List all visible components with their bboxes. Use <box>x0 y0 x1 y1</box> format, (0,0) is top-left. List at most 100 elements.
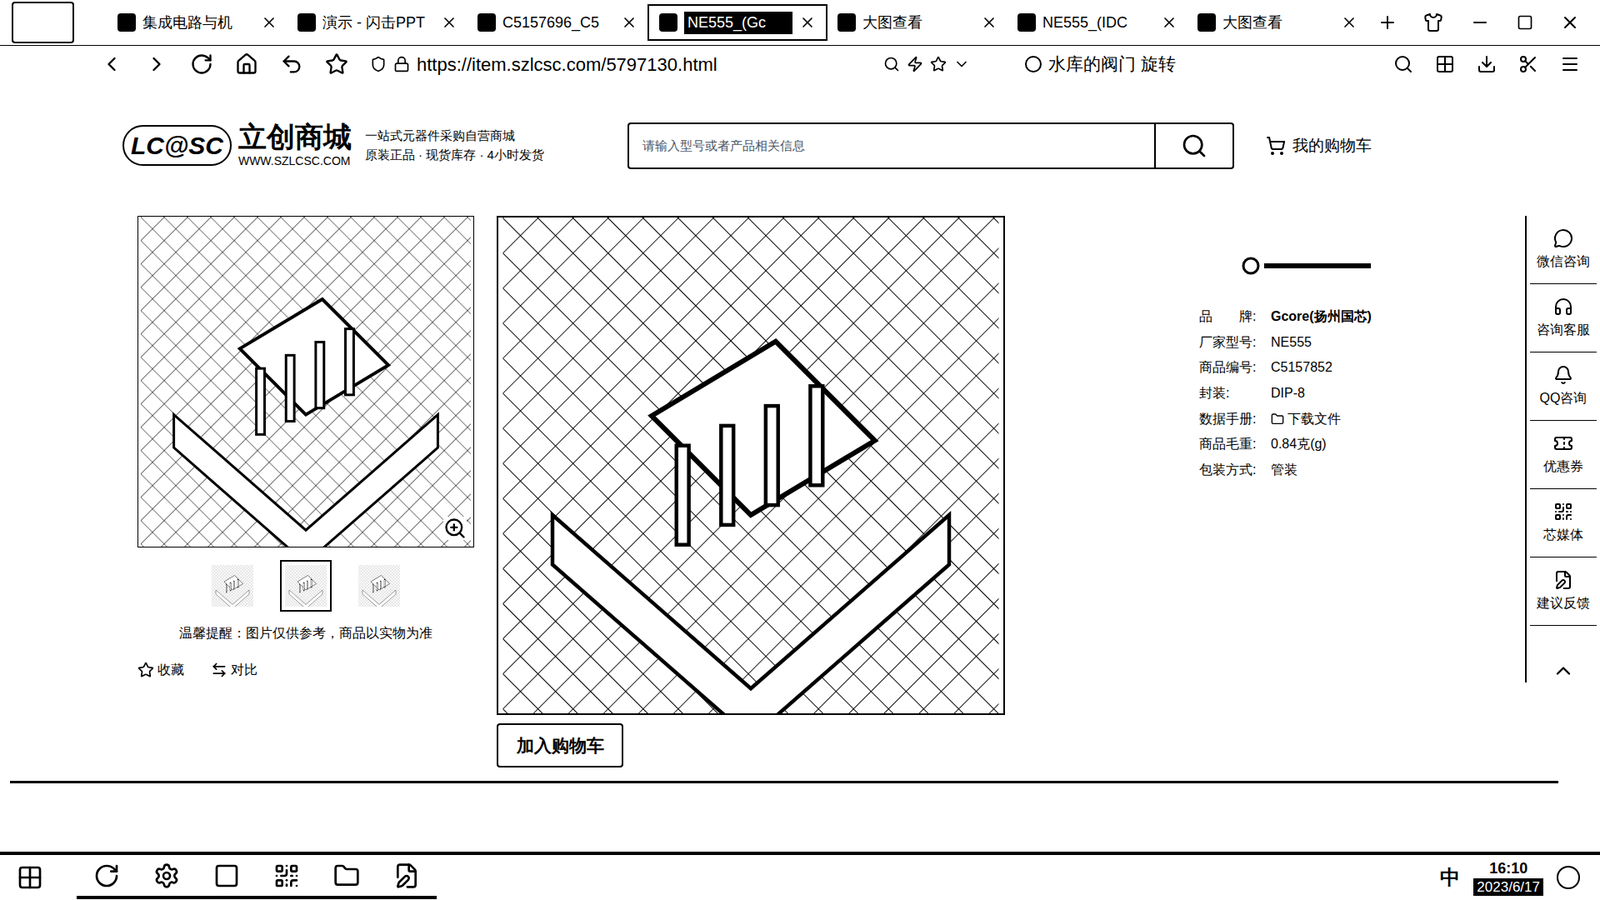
spec-panel: 品 牌:Gcore(扬州国芯)厂家型号:NE555商品编号:C5157852封装… <box>1199 215 1483 768</box>
screenshot-icon[interactable] <box>1518 54 1539 75</box>
tab-close-icon[interactable] <box>620 14 638 31</box>
apps-icon[interactable] <box>1435 54 1455 75</box>
ime-indicator[interactable]: 中 <box>1440 862 1460 893</box>
product-render-icon <box>138 216 474 547</box>
favorite-icon[interactable] <box>930 55 947 73</box>
site-logo[interactable]: LC@SC立创商城WWW.SZLCSC.COM一站式元器件采购自营商城原装正品 … <box>122 121 623 170</box>
tab-close-icon[interactable] <box>260 14 278 31</box>
rail-icon <box>1553 365 1574 385</box>
browser-tab[interactable]: 演示 - 闪击PPT <box>287 4 468 41</box>
folder-icon <box>1270 412 1285 426</box>
browser-tab[interactable]: 大图查看 <box>827 4 1008 41</box>
taskbar-app[interactable] <box>316 855 377 900</box>
tab-close-icon[interactable] <box>440 14 458 31</box>
add-to-cart-button[interactable]: 加入购物车 <box>496 723 624 768</box>
browser-tab[interactable]: NE555_(Gc <box>647 4 828 41</box>
hint-icon <box>1025 55 1042 73</box>
rail-item[interactable]: 咨询客服 <box>1530 284 1597 353</box>
search-icon <box>1180 132 1208 160</box>
rail-item[interactable]: QQ咨询 <box>1530 352 1597 421</box>
address-bar[interactable]: https://item.szlcsc.com/5797130.html <box>370 50 970 79</box>
search-button[interactable] <box>1154 124 1233 168</box>
app-icon <box>93 862 120 890</box>
tab-favicon-icon <box>659 13 678 32</box>
star-icon <box>137 661 155 679</box>
start-icon[interactable] <box>16 864 44 891</box>
spec-value: DIP-8 <box>1270 383 1305 404</box>
close-window-icon[interactable] <box>1560 12 1580 33</box>
taskbar-app[interactable] <box>136 855 197 900</box>
gallery-thumbnail[interactable] <box>206 560 259 612</box>
gallery-thumbnail[interactable] <box>353 560 405 612</box>
spec-value[interactable]: 下载文件 <box>1270 409 1341 430</box>
new-tab-icon[interactable] <box>1377 12 1398 33</box>
taskbar-app[interactable] <box>196 855 257 900</box>
tab-close-icon[interactable] <box>1340 14 1358 31</box>
search-hint[interactable]: 水库的阀门 旋转 <box>1025 50 1176 78</box>
browser-tab[interactable]: 集成电路与机 <box>107 4 288 41</box>
horizontal-scrollbar[interactable] <box>10 775 1590 788</box>
spec-value: C5157852 <box>1270 357 1333 378</box>
gallery-action[interactable]: 对比 <box>210 660 258 680</box>
notification-icon[interactable] <box>1556 865 1580 890</box>
zoom-icon[interactable] <box>883 55 900 73</box>
undo-icon[interactable] <box>280 52 304 76</box>
bookmark-icon[interactable] <box>325 52 349 76</box>
site-search[interactable]: 请输入型号或者产品相关信息 <box>627 122 1235 170</box>
app-icon <box>153 862 180 890</box>
image-notice: 温馨提醒：图片仅供参考，商品以实物为准 <box>179 623 433 644</box>
rail-item[interactable]: 芯媒体 <box>1530 489 1597 558</box>
rail-item[interactable]: 优惠券 <box>1530 420 1597 490</box>
reload-icon[interactable] <box>190 52 214 76</box>
app-icon <box>333 862 360 890</box>
product-render-icon <box>358 565 400 607</box>
gallery-action[interactable]: 收藏 <box>137 660 185 680</box>
search-icon[interactable] <box>1393 54 1414 75</box>
gallery: 温馨提醒：图片仅供参考，商品以实物为准收藏 对比 <box>137 215 475 768</box>
app-icon <box>273 862 300 890</box>
lock-icon <box>393 55 410 73</box>
tab-favicon-icon <box>477 13 496 32</box>
browser-avatar-icon[interactable] <box>11 1 75 44</box>
maximize-icon[interactable] <box>1516 14 1534 31</box>
cart-icon <box>1265 135 1286 156</box>
menu-icon[interactable] <box>1560 54 1580 75</box>
tab-close-icon[interactable] <box>1160 14 1178 31</box>
rail-item[interactable]: 微信咨询 <box>1530 215 1597 285</box>
tab-favicon-icon <box>837 13 856 32</box>
tab-close-icon[interactable] <box>799 14 816 31</box>
app-icon <box>393 862 420 890</box>
browser-tab[interactable]: NE555_(IDC <box>1007 4 1188 41</box>
taskbar-app[interactable] <box>76 855 137 900</box>
cart-link[interactable]: 我的购物车 <box>1265 134 1372 159</box>
rail-icon <box>1553 501 1574 522</box>
forward-icon[interactable] <box>145 52 169 76</box>
spec-row: 包装方式:管装 <box>1199 457 1483 484</box>
brand-logo-icon <box>1240 255 1375 276</box>
home-icon[interactable] <box>235 52 259 76</box>
clock[interactable]: 16:102023/6/17 <box>1473 859 1544 896</box>
dropdown-icon[interactable] <box>953 55 970 73</box>
large-image-viewer[interactable] <box>496 215 1005 715</box>
minimize-icon[interactable] <box>1470 12 1490 33</box>
speed-icon[interactable] <box>906 55 924 73</box>
zoom-icon[interactable] <box>443 516 467 540</box>
rail-icon <box>1553 570 1574 590</box>
browser-tab[interactable]: 大图查看 <box>1187 4 1368 41</box>
spec-row: 商品毛重:0.84克(g) <box>1199 431 1483 458</box>
browser-tab[interactable]: C5157696_C5 <box>467 4 648 41</box>
product-render-icon <box>211 565 254 607</box>
product-area: 温馨提醒：图片仅供参考，商品以实物为准收藏 对比加入购物车 品 牌:Gcore(扬州… <box>0 184 1600 768</box>
gallery-main-image[interactable] <box>137 215 475 548</box>
taskbar-app[interactable] <box>256 855 317 900</box>
back-icon[interactable] <box>100 52 124 76</box>
tab-close-icon[interactable] <box>980 14 998 31</box>
rail-icon <box>1553 433 1574 454</box>
back-to-top-icon[interactable] <box>1551 659 1575 683</box>
rail-item[interactable]: 建议反馈 <box>1530 557 1597 626</box>
taskbar-app[interactable] <box>376 855 437 900</box>
download-icon[interactable] <box>1476 54 1497 75</box>
skin-icon[interactable] <box>1423 12 1444 33</box>
nav-bar: https://item.szlcsc.com/5797130.html 水库的阀… <box>0 45 1600 83</box>
gallery-thumbnail[interactable] <box>280 560 332 612</box>
